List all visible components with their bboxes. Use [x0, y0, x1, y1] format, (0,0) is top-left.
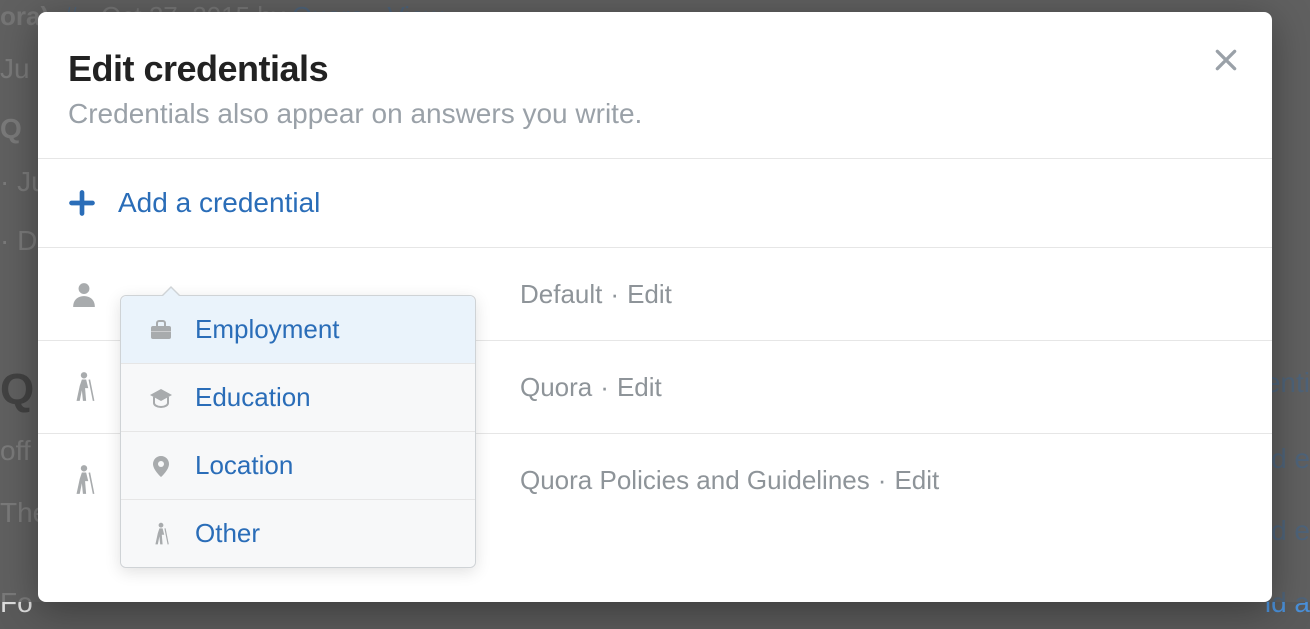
- credential-text: Quora Policies and Guidelines · Edit: [520, 465, 1242, 496]
- close-icon: [1213, 47, 1239, 73]
- walk-icon: [147, 522, 175, 546]
- edit-link[interactable]: Edit: [617, 372, 662, 403]
- modal-subtitle: Credentials also appear on answers you w…: [68, 98, 1242, 130]
- dropdown-item-location[interactable]: Location: [121, 432, 475, 500]
- credential-text: Default · Edit: [520, 279, 1242, 310]
- add-credential-button[interactable]: Add a credential: [38, 159, 1272, 248]
- close-button[interactable]: [1208, 42, 1244, 78]
- walk-icon: [68, 464, 100, 496]
- dropdown-item-label: Education: [195, 382, 311, 413]
- add-credential-label: Add a credential: [118, 187, 320, 219]
- credential-text: Quora · Edit: [520, 372, 1242, 403]
- graduation-cap-icon: [147, 386, 175, 410]
- dropdown-item-education[interactable]: Education: [121, 364, 475, 432]
- dropdown-item-employment[interactable]: Employment: [121, 296, 475, 364]
- credential-value: Quora: [520, 372, 592, 403]
- walk-icon: [68, 371, 100, 403]
- separator: ·: [610, 279, 619, 310]
- briefcase-icon: [147, 318, 175, 342]
- edit-link[interactable]: Edit: [627, 279, 672, 310]
- credential-value: Default: [520, 279, 602, 310]
- plus-icon: [68, 189, 96, 217]
- dropdown-item-label: Other: [195, 518, 260, 549]
- modal-title: Edit credentials: [68, 48, 1242, 90]
- modal-header: Edit credentials Credentials also appear…: [38, 12, 1272, 159]
- separator: ·: [600, 372, 609, 403]
- separator: ·: [878, 465, 887, 496]
- credential-value: Quora Policies and Guidelines: [520, 465, 870, 496]
- dropdown-item-label: Location: [195, 450, 293, 481]
- dropdown-item-other[interactable]: Other: [121, 500, 475, 567]
- credential-type-dropdown: Employment Education Location Other: [120, 295, 476, 568]
- dropdown-item-label: Employment: [195, 314, 340, 345]
- edit-link[interactable]: Edit: [894, 465, 939, 496]
- person-icon: [68, 278, 100, 310]
- map-pin-icon: [147, 454, 175, 478]
